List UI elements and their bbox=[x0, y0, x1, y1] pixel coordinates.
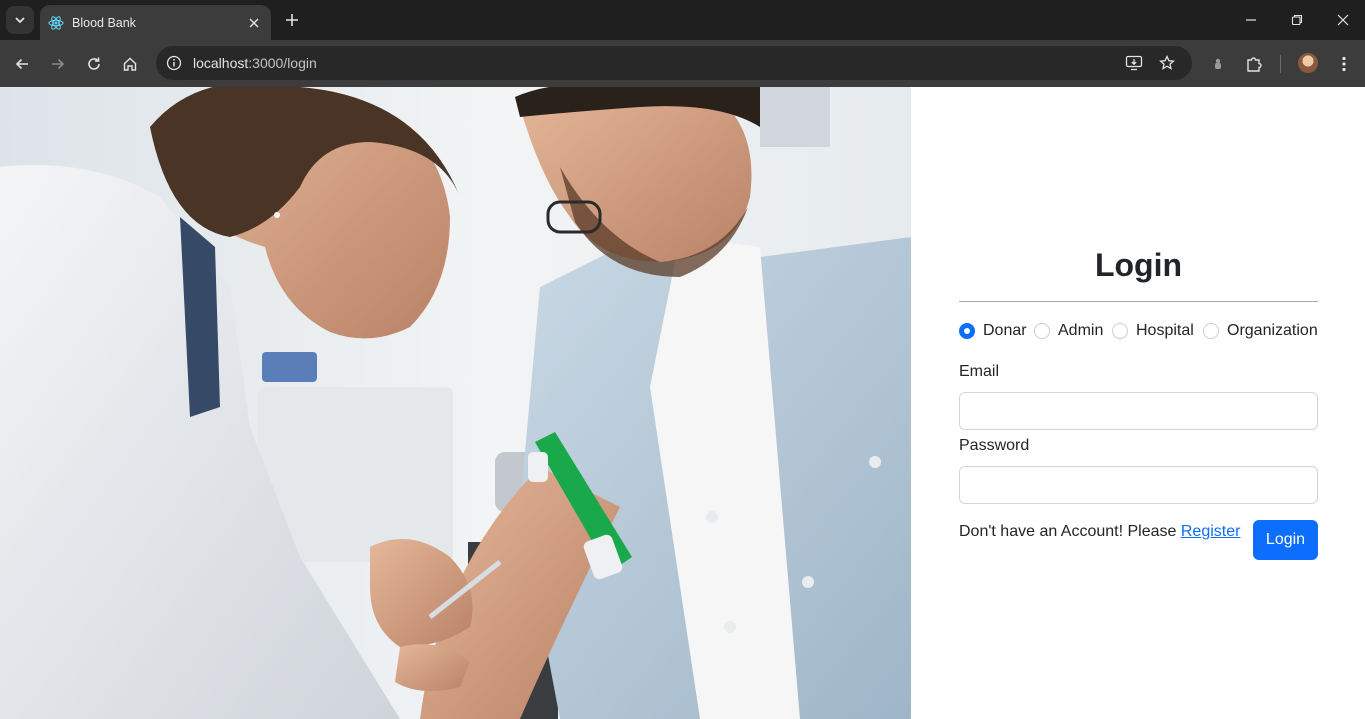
extension-pin-icon bbox=[1215, 58, 1221, 69]
close-window-button[interactable] bbox=[1331, 8, 1355, 32]
role-label: Organization bbox=[1227, 322, 1318, 339]
address-bar[interactable]: localhost:3000/login bbox=[156, 46, 1192, 80]
toolbar-separator bbox=[1280, 55, 1281, 73]
browser-toolbar: localhost:3000/login bbox=[0, 40, 1365, 87]
page-title: Login bbox=[1094, 247, 1183, 283]
role-radio-group: Donar Admin Hospital Organization bbox=[959, 320, 1318, 342]
tab-title: Blood Bank bbox=[72, 15, 136, 30]
home-button[interactable] bbox=[116, 50, 144, 78]
extensions-menu-button[interactable] bbox=[1240, 50, 1268, 78]
role-label: Admin bbox=[1058, 322, 1104, 339]
page-content: Login Donar Admin Hospital Organization … bbox=[0, 87, 1365, 719]
url-host: localhost bbox=[193, 55, 249, 71]
back-button[interactable] bbox=[8, 50, 36, 78]
browser-tab-active[interactable]: Blood Bank bbox=[40, 5, 271, 40]
role-option-hospital[interactable]: Hospital bbox=[1112, 320, 1194, 342]
email-label: Email bbox=[959, 363, 1000, 380]
role-label: Hospital bbox=[1136, 322, 1194, 339]
title-divider bbox=[959, 301, 1318, 302]
role-option-admin[interactable]: Admin bbox=[1034, 320, 1103, 342]
new-tab-button[interactable] bbox=[280, 8, 304, 32]
role-option-organization[interactable]: Organization bbox=[1203, 320, 1318, 342]
more-vertical-icon bbox=[1342, 56, 1346, 72]
arrow-right-icon bbox=[52, 58, 65, 70]
radio-button[interactable] bbox=[1112, 323, 1128, 339]
arrow-left-icon bbox=[15, 58, 28, 70]
login-form: Login Donar Admin Hospital Organization … bbox=[959, 87, 1318, 719]
radio-button[interactable] bbox=[1203, 323, 1219, 339]
url-path: :3000/login bbox=[248, 55, 317, 71]
site-info-icon[interactable] bbox=[162, 51, 186, 75]
register-prompt-text: Don't have an Account! Please bbox=[959, 523, 1181, 540]
chevron-down-icon bbox=[15, 17, 25, 24]
close-icon bbox=[1337, 14, 1349, 26]
bookmark-button[interactable] bbox=[1155, 51, 1179, 75]
url-text: localhost:3000/login bbox=[193, 55, 317, 71]
radio-button-checked[interactable] bbox=[959, 323, 975, 339]
browser-tab-strip: Blood Bank bbox=[0, 0, 1365, 40]
email-field[interactable] bbox=[959, 392, 1318, 430]
tab-close-button[interactable] bbox=[245, 14, 263, 32]
close-icon bbox=[249, 18, 259, 27]
forward-button[interactable] bbox=[44, 50, 72, 78]
plus-icon bbox=[286, 14, 298, 26]
restore-button[interactable] bbox=[1285, 8, 1309, 32]
puzzle-icon bbox=[1247, 57, 1262, 72]
restore-icon bbox=[1291, 14, 1303, 26]
register-link[interactable]: Register bbox=[1181, 523, 1241, 540]
profile-avatar[interactable] bbox=[1298, 53, 1318, 73]
react-icon bbox=[48, 15, 64, 31]
home-icon bbox=[123, 57, 137, 71]
password-label: Password bbox=[959, 437, 1030, 454]
password-field[interactable] bbox=[959, 466, 1318, 504]
radio-button[interactable] bbox=[1034, 323, 1050, 339]
reload-button[interactable] bbox=[80, 50, 108, 78]
install-app-icon bbox=[1125, 55, 1143, 71]
install-app-button[interactable] bbox=[1122, 51, 1146, 75]
reload-icon bbox=[88, 57, 100, 70]
star-icon bbox=[1159, 55, 1175, 70]
login-button[interactable]: Login bbox=[1253, 520, 1318, 560]
browser-menu-button[interactable] bbox=[1330, 50, 1358, 78]
role-label: Donar bbox=[983, 322, 1027, 339]
tab-search-button[interactable] bbox=[6, 6, 34, 34]
role-option-donar[interactable]: Donar bbox=[959, 320, 1027, 342]
blood-draw-photo bbox=[0, 87, 911, 719]
extension-button[interactable] bbox=[1204, 50, 1232, 78]
register-prompt: Don't have an Account! Please Register bbox=[959, 523, 1240, 541]
hero-image bbox=[0, 87, 911, 719]
minimize-icon bbox=[1246, 19, 1256, 21]
minimize-button[interactable] bbox=[1239, 8, 1263, 32]
